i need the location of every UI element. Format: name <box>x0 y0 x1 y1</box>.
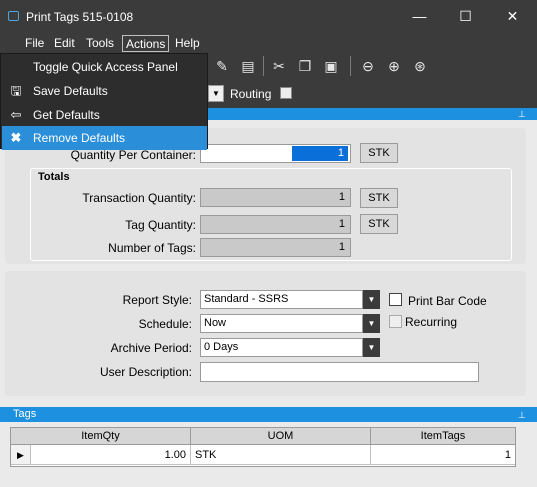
toolbar-combo-arrow[interactable]: ▼ <box>208 85 224 102</box>
menu-item-label: Save Defaults <box>33 84 108 98</box>
cell-itemtags[interactable]: 1 <box>371 445 515 465</box>
schedule-select[interactable]: Now <box>200 314 363 333</box>
tools-icon[interactable]: ✎ <box>211 55 233 77</box>
column-header-itemqty[interactable]: ItemQty <box>11 428 191 445</box>
quantity-per-container-field[interactable]: 1 <box>200 144 351 163</box>
app-icon <box>8 11 19 21</box>
transaction-quantity-uom[interactable]: STK <box>360 188 398 208</box>
window-title: Print Tags 515-0108 <box>26 10 134 24</box>
quantity-per-container-uom[interactable]: STK <box>360 143 398 163</box>
archive-period-select[interactable]: 0 Days <box>200 338 363 357</box>
print-preview-icon[interactable]: ▤ <box>237 55 259 77</box>
cell-itemqty[interactable]: 1.00 <box>31 445 191 465</box>
home-icon[interactable]: ⊛ <box>409 55 431 77</box>
menu-item-label: Get Defaults <box>33 108 100 122</box>
forward-icon[interactable]: ⊕ <box>383 55 405 77</box>
paste-icon[interactable]: ▣ <box>320 55 342 77</box>
tag-quantity-uom[interactable]: STK <box>360 214 398 234</box>
get-icon: ⇦ <box>10 107 22 122</box>
totals-heading: Totals <box>38 171 70 183</box>
cut-icon[interactable]: ✂ <box>268 55 290 77</box>
report-style-select[interactable]: Standard - SSRS <box>200 290 363 309</box>
schedule-label: Schedule: <box>138 317 192 331</box>
user-description-input[interactable] <box>200 362 479 382</box>
pin-icon[interactable]: ⊥ <box>518 108 526 120</box>
close-button[interactable]: ✕ <box>489 0 536 33</box>
copy-icon[interactable]: ❐ <box>294 55 316 77</box>
menu-actions[interactable]: Actions <box>122 35 170 52</box>
x-icon: ✖ <box>10 130 22 145</box>
recurring-label: Recurring <box>405 315 458 329</box>
column-header-uom[interactable]: UOM <box>191 428 371 445</box>
menu-item-toggle-quick-access[interactable]: Toggle Quick Access Panel <box>2 55 207 79</box>
archive-period-dropdown-arrow[interactable]: ▼ <box>363 338 380 357</box>
report-style-dropdown-arrow[interactable]: ▼ <box>363 290 380 309</box>
maximize-button[interactable]: ☐ <box>442 0 489 33</box>
tag-quantity-field: 1 <box>200 215 351 234</box>
transaction-quantity-field: 1 <box>200 188 351 207</box>
archive-period-label: Archive Period: <box>110 341 192 355</box>
row-selector-icon[interactable]: ▶ <box>11 445 31 465</box>
tags-header-bar: Tags <box>0 407 537 422</box>
number-of-tags-field: 1 <box>200 238 351 257</box>
print-bar-code-label: Print Bar Code <box>408 294 487 308</box>
menu-bar <box>0 33 537 53</box>
print-bar-code-checkbox[interactable] <box>389 293 402 306</box>
schedule-dropdown-arrow[interactable]: ▼ <box>363 314 380 333</box>
recurring-checkbox[interactable] <box>389 315 402 328</box>
actions-dropdown-menu: Toggle Quick Access Panel 🖫 Save Default… <box>0 53 208 150</box>
menu-edit[interactable]: Edit <box>51 35 78 52</box>
back-icon[interactable]: ⊖ <box>357 55 379 77</box>
transaction-quantity-label: Transaction Quantity: <box>82 191 196 205</box>
menu-help[interactable]: Help <box>172 35 203 52</box>
quantity-per-container-label: Quantity Per Container: <box>70 148 196 162</box>
menu-item-label: Toggle Quick Access Panel <box>33 60 178 74</box>
routing-checkbox[interactable] <box>280 87 292 99</box>
number-of-tags-label: Number of Tags: <box>108 241 196 255</box>
menu-item-remove-defaults[interactable]: ✖ Remove Defaults <box>2 126 207 150</box>
tags-pin-icon[interactable]: ⊥ <box>518 409 526 421</box>
menu-item-save-defaults[interactable]: 🖫 Save Defaults <box>2 79 207 103</box>
minimize-button[interactable]: — <box>396 0 443 33</box>
quantity-per-container-value: 1 <box>292 146 348 161</box>
toolbar-separator <box>350 56 351 76</box>
tag-quantity-label: Tag Quantity: <box>125 218 196 232</box>
menu-item-label: Remove Defaults <box>33 131 126 145</box>
column-header-itemtags[interactable]: ItemTags <box>371 428 515 445</box>
menu-file[interactable]: File <box>22 35 47 52</box>
menu-tools[interactable]: Tools <box>83 35 117 52</box>
toolbar-separator <box>263 56 264 76</box>
cell-uom[interactable]: STK <box>191 445 371 465</box>
report-style-label: Report Style: <box>122 293 192 307</box>
user-description-label: User Description: <box>99 365 192 379</box>
menu-item-get-defaults[interactable]: ⇦ Get Defaults <box>2 103 207 127</box>
routing-label: Routing <box>230 87 272 101</box>
floppy-icon: 🖫 <box>10 83 22 98</box>
